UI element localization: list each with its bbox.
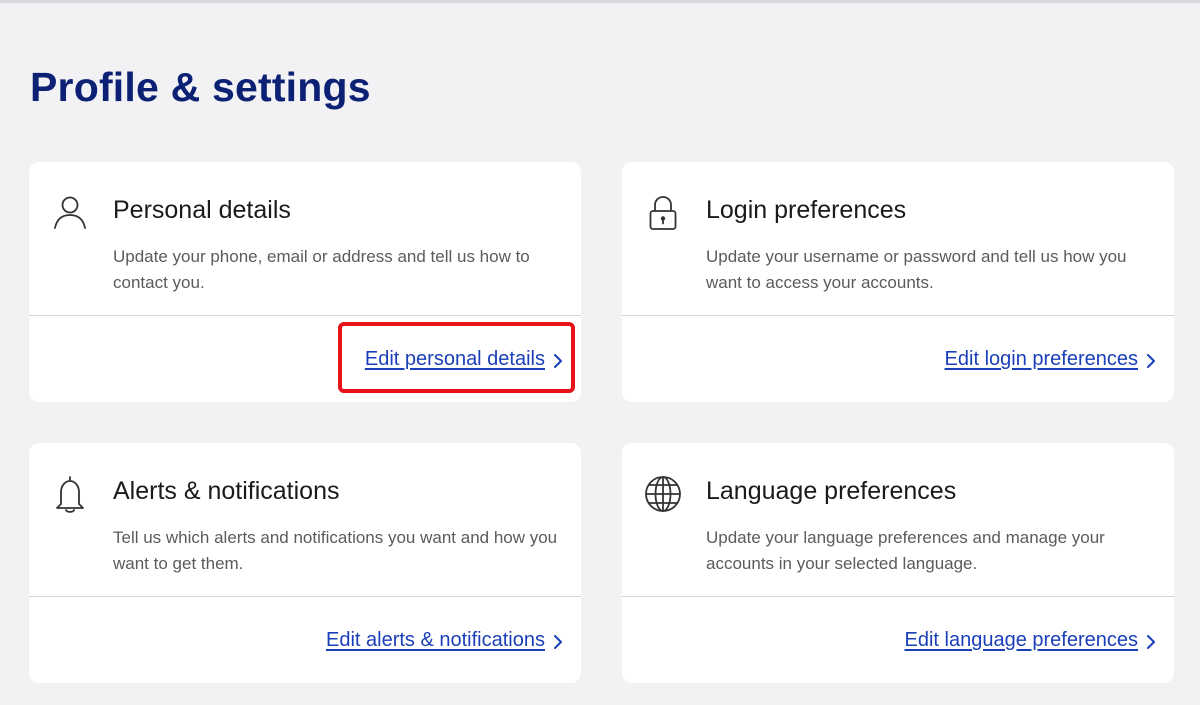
- chevron-right-icon: [553, 634, 563, 650]
- edit-language-preferences-link[interactable]: Edit language preferences: [905, 629, 1157, 652]
- chevron-right-icon: [1146, 353, 1156, 369]
- card-divider: [622, 596, 1174, 597]
- person-icon: [49, 192, 91, 234]
- alerts-notifications-card: Alerts & notifications Tell us which ale…: [29, 443, 581, 683]
- top-border: [0, 0, 1200, 3]
- link-label: Edit language preferences: [904, 629, 1139, 651]
- login-preferences-card: Login preferences Update your username o…: [622, 162, 1174, 402]
- card-title: Login preferences: [706, 196, 907, 224]
- globe-icon: [642, 473, 684, 515]
- card-title: Personal details: [113, 196, 291, 224]
- lock-icon: [642, 192, 684, 234]
- card-description: Update your phone, email or address and …: [113, 247, 530, 292]
- page-title: Profile & settings: [30, 64, 371, 110]
- card-description: Update your username or password and tel…: [706, 247, 1127, 292]
- card-title: Language preferences: [706, 477, 957, 505]
- card-divider: [29, 596, 581, 597]
- edit-personal-details-link[interactable]: Edit personal details: [365, 348, 563, 371]
- link-label: Edit alerts & notifications: [326, 629, 545, 651]
- bell-icon: [49, 473, 91, 515]
- personal-details-card: Personal details Update your phone, emai…: [29, 162, 581, 402]
- language-preferences-card: Language preferences Update your languag…: [622, 443, 1174, 683]
- card-divider: [622, 315, 1174, 316]
- card-title: Alerts & notifications: [113, 477, 340, 505]
- card-description: Update your language preferences and man…: [706, 528, 1105, 573]
- chevron-right-icon: [553, 353, 563, 369]
- card-description: Tell us which alerts and notifications y…: [113, 528, 558, 573]
- link-label: Edit personal details: [364, 348, 545, 370]
- edit-login-preferences-link[interactable]: Edit login preferences: [945, 348, 1156, 371]
- chevron-right-icon: [1146, 634, 1156, 650]
- edit-alerts-notifications-link[interactable]: Edit alerts & notifications: [326, 629, 563, 652]
- card-divider: [29, 315, 581, 316]
- link-label: Edit login preferences: [944, 348, 1138, 370]
